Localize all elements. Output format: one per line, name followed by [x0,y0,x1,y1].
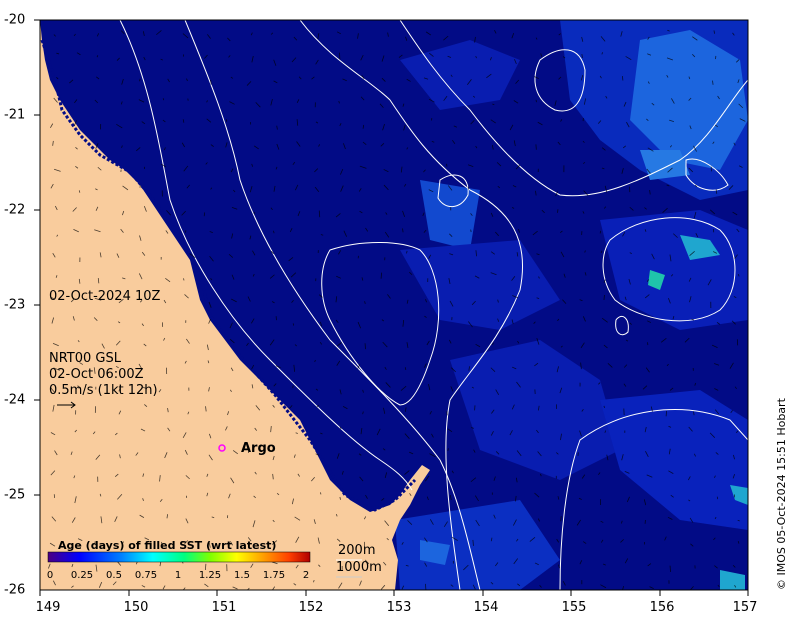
depth-1000-label: 1000m [336,560,382,575]
colorbar-tick: 0.25 [70,570,94,581]
x-tick-155: 155 [561,600,587,615]
current-time-label: 02-Oct 06:00Z [49,367,144,382]
x-tick-156: 156 [649,600,675,615]
x-tick-153: 153 [386,600,412,615]
colorbar-tick: 1.75 [262,570,286,581]
colorbar-tick: 1.5 [234,570,250,581]
y-tick-22: -22 [4,202,26,218]
credit-label: © IMOS 05-Oct-2024 15:51 Hobart [775,398,788,590]
y-tick-20: -20 [4,12,26,28]
colorbar-tick: 0.75 [134,570,158,581]
x-tick-150: 150 [123,600,149,615]
date-label: 02-Oct-2024 10Z [49,289,161,304]
x-tick-154: 154 [473,600,499,615]
y-tick-21: -21 [4,107,26,123]
colorbar-tick: 0 [46,570,54,581]
colorbar-tick: 1.25 [198,570,222,581]
argo-label: Argo [241,441,276,456]
x-tick-151: 151 [211,600,237,615]
x-tick-152: 152 [298,600,324,615]
sst-map [34,19,749,596]
colorbar-tick: 1 [174,570,182,581]
colorbar-tick: 2 [302,570,310,581]
x-tick-157: 157 [732,600,758,615]
y-tick-25: -25 [4,487,26,503]
y-tick-26: -26 [4,582,26,598]
colorbar-title: Age (days) of filled SST (wrt latest) [58,539,277,552]
current-model-label: NRT00 GSL [49,351,121,366]
scale-vector-label: 0.5m/s (1kt 12h) [49,383,158,398]
colorbar-tick: 0.5 [106,570,122,581]
y-tick-23: -23 [4,297,26,313]
x-tick-149: 149 [35,600,61,615]
depth-200-label: 200m [338,543,376,558]
y-tick-24: -24 [4,392,26,408]
colorbar [47,551,311,563]
